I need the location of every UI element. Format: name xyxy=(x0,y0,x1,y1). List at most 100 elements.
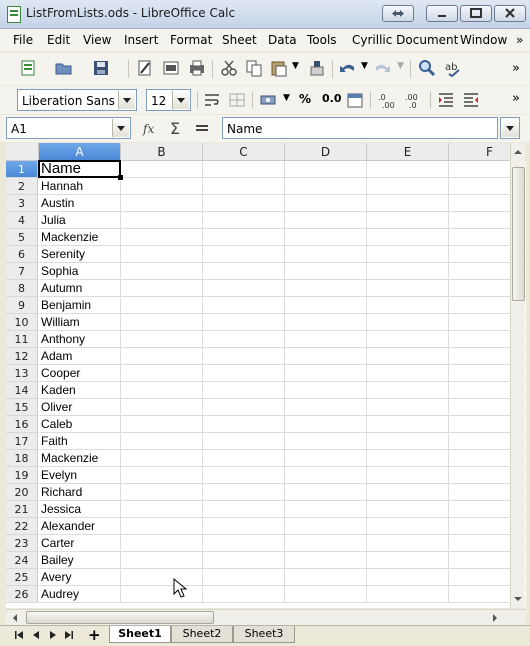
empty-cell[interactable] xyxy=(121,229,203,246)
column-header-e[interactable]: E xyxy=(367,143,449,161)
row-header[interactable]: 14 xyxy=(6,382,38,399)
empty-cell[interactable] xyxy=(121,365,203,382)
empty-cell[interactable] xyxy=(121,178,203,195)
empty-cell[interactable] xyxy=(367,331,449,348)
close-button[interactable] xyxy=(494,5,526,22)
cell-a3[interactable]: Austin xyxy=(39,195,121,212)
sheet-tab-sheet2[interactable]: Sheet2 xyxy=(171,626,233,643)
empty-cell[interactable] xyxy=(367,314,449,331)
row-header[interactable]: 16 xyxy=(6,416,38,433)
clone-formatting-brush-icon[interactable] xyxy=(308,59,326,77)
empty-cell[interactable] xyxy=(285,365,367,382)
empty-cell[interactable] xyxy=(121,263,203,280)
maximize-button[interactable] xyxy=(460,5,492,22)
empty-cell[interactable] xyxy=(367,178,449,195)
row-header[interactable]: 10 xyxy=(6,314,38,331)
column-header-c[interactable]: C xyxy=(203,143,285,161)
next-sheet-icon[interactable] xyxy=(48,630,58,640)
cell-a8[interactable]: Autumn xyxy=(39,280,121,297)
row-header[interactable]: 12 xyxy=(6,348,38,365)
cell-a10[interactable]: William xyxy=(39,314,121,331)
currency-format-icon[interactable] xyxy=(259,91,277,109)
empty-cell[interactable] xyxy=(121,212,203,229)
empty-cell[interactable] xyxy=(203,161,285,178)
cell-a22[interactable]: Alexander xyxy=(39,518,121,535)
cell-a4[interactable]: Julia xyxy=(39,212,121,229)
wrap-text-icon[interactable] xyxy=(203,91,221,109)
empty-cell[interactable] xyxy=(285,433,367,450)
sheet-tab-sheet1[interactable]: Sheet1 xyxy=(109,626,171,643)
empty-cell[interactable] xyxy=(203,433,285,450)
empty-cell[interactable] xyxy=(203,484,285,501)
menu-edit[interactable]: Edit xyxy=(47,33,70,47)
empty-cell[interactable] xyxy=(367,416,449,433)
toolbar-overflow-icon[interactable]: » xyxy=(512,61,520,76)
empty-cell[interactable] xyxy=(203,518,285,535)
empty-cell[interactable] xyxy=(367,484,449,501)
empty-cell[interactable] xyxy=(203,450,285,467)
cell-a17[interactable]: Faith xyxy=(39,433,121,450)
find-replace-icon[interactable] xyxy=(418,59,436,77)
cell-a2[interactable]: Hannah xyxy=(39,178,121,195)
row-header[interactable]: 2 xyxy=(6,178,38,195)
empty-cell[interactable] xyxy=(367,212,449,229)
row-header[interactable]: 7 xyxy=(6,263,38,280)
empty-cell[interactable] xyxy=(203,212,285,229)
empty-cell[interactable] xyxy=(285,314,367,331)
autofill-handle[interactable] xyxy=(118,175,123,180)
empty-cell[interactable] xyxy=(367,399,449,416)
paste-icon[interactable] xyxy=(270,59,288,77)
menu-format[interactable]: Format xyxy=(170,33,212,47)
empty-cell[interactable] xyxy=(203,314,285,331)
minimize-button[interactable] xyxy=(426,5,458,22)
empty-cell[interactable] xyxy=(121,467,203,484)
empty-cell[interactable] xyxy=(203,382,285,399)
spreadsheet-grid[interactable]: A B C D E F 1 Name 2 Hannah 3 Austin 4 Julia 5 Mackenzi… xyxy=(6,143,526,608)
column-header-a[interactable]: A xyxy=(39,143,121,161)
decrease-indent-icon[interactable] xyxy=(462,91,480,109)
empty-cell[interactable] xyxy=(285,552,367,569)
empty-cell[interactable] xyxy=(367,297,449,314)
empty-cell[interactable] xyxy=(121,450,203,467)
row-header[interactable]: 18 xyxy=(6,450,38,467)
empty-cell[interactable] xyxy=(121,280,203,297)
empty-cell[interactable] xyxy=(367,229,449,246)
row-header[interactable]: 24 xyxy=(6,552,38,569)
font-name-dropdown-icon[interactable] xyxy=(118,91,135,109)
empty-cell[interactable] xyxy=(367,348,449,365)
scroll-up-arrow-icon[interactable] xyxy=(512,147,524,157)
empty-cell[interactable] xyxy=(203,569,285,586)
empty-cell[interactable] xyxy=(285,229,367,246)
print-icon[interactable] xyxy=(188,59,206,77)
cell-a24[interactable]: Bailey xyxy=(39,552,121,569)
empty-cell[interactable] xyxy=(121,246,203,263)
copy-icon[interactable] xyxy=(245,59,263,77)
empty-cell[interactable] xyxy=(285,467,367,484)
empty-cell[interactable] xyxy=(203,195,285,212)
cell-a23[interactable]: Carter xyxy=(39,535,121,552)
redo-dropdown-arrow-icon[interactable]: ▼ xyxy=(397,61,404,71)
number-format-button[interactable]: 0.0 xyxy=(322,92,342,105)
new-document-icon[interactable] xyxy=(20,59,38,77)
cut-scissors-icon[interactable] xyxy=(220,59,238,77)
empty-cell[interactable] xyxy=(367,518,449,535)
sum-sigma-icon[interactable]: Σ xyxy=(168,119,186,137)
empty-cell[interactable] xyxy=(285,569,367,586)
empty-cell[interactable] xyxy=(121,331,203,348)
empty-cell[interactable] xyxy=(121,161,203,178)
empty-cell[interactable] xyxy=(121,569,203,586)
row-header[interactable]: 25 xyxy=(6,569,38,586)
cell-a12[interactable]: Adam xyxy=(39,348,121,365)
menu-sheet[interactable]: Sheet xyxy=(222,33,257,47)
empty-cell[interactable] xyxy=(285,382,367,399)
sheet-tab-sheet3[interactable]: Sheet3 xyxy=(233,626,295,643)
empty-cell[interactable] xyxy=(203,586,285,603)
cell-a26[interactable]: Audrey xyxy=(39,586,121,603)
redo-icon[interactable] xyxy=(373,59,391,77)
cell-a11[interactable]: Anthony xyxy=(39,331,121,348)
formula-input[interactable]: Name xyxy=(222,117,498,139)
empty-cell[interactable] xyxy=(367,161,449,178)
empty-cell[interactable] xyxy=(367,246,449,263)
empty-cell[interactable] xyxy=(121,297,203,314)
add-decimal-place-icon[interactable]: .0.00 xyxy=(378,91,396,109)
